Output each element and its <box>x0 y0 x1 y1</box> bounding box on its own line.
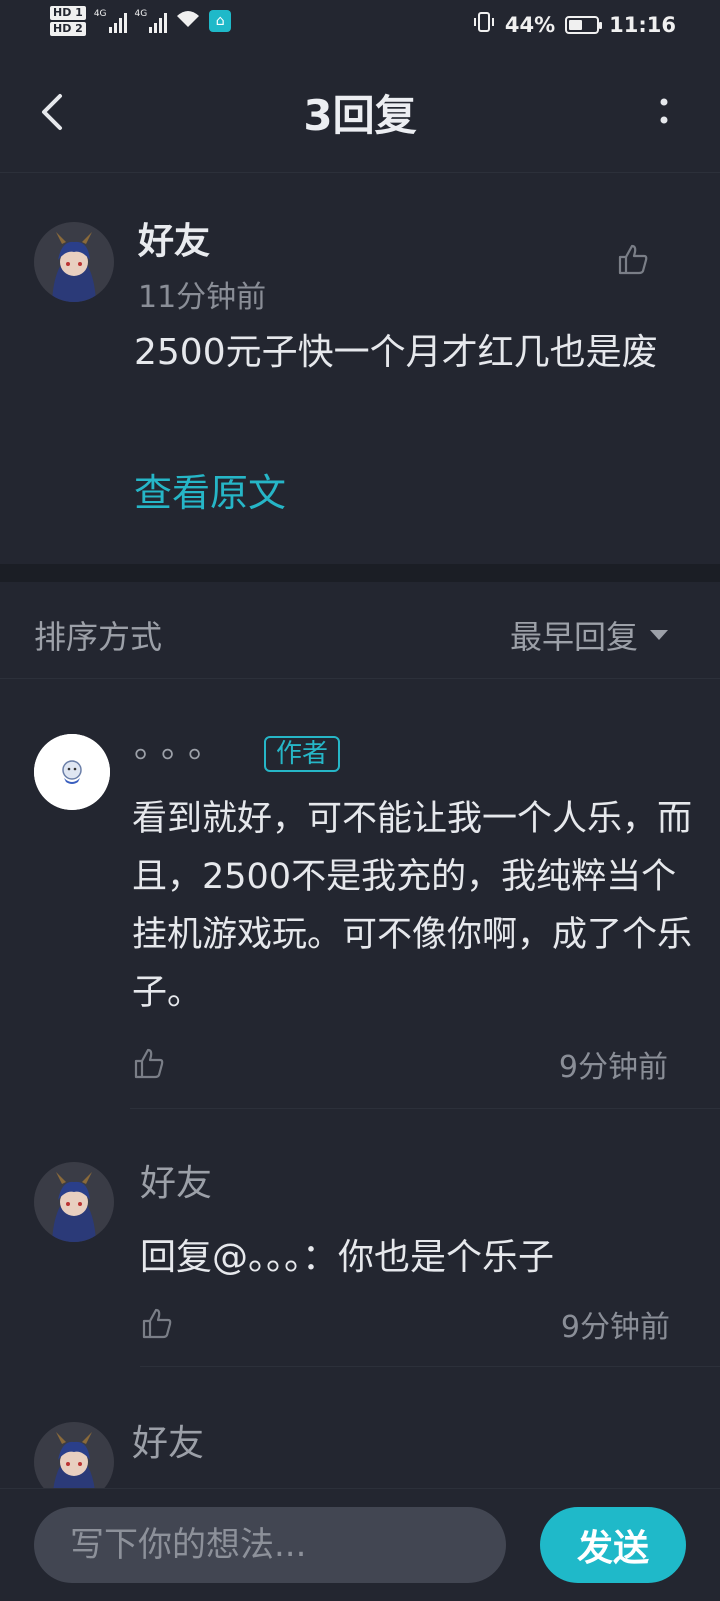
hd1-indicator: HD 1 <box>50 6 86 20</box>
signal-type-2: 4G <box>134 9 148 19</box>
home-app-icon: ⌂ <box>209 10 232 32</box>
avatar[interactable] <box>34 1162 114 1242</box>
status-bar-right: 44% 11:16 <box>473 11 676 38</box>
username[interactable]: 。。。 <box>134 718 232 767</box>
reply-item: 好友 <box>0 1370 720 1490</box>
username[interactable]: 好友 <box>132 1414 204 1466</box>
battery-icon <box>565 15 603 34</box>
caret-down-icon <box>650 630 668 640</box>
clock: 11:16 <box>609 12 676 37</box>
reply-text: 回复@。。。：你也是个乐子 <box>140 1237 555 1278</box>
avatar[interactable] <box>34 734 110 810</box>
username[interactable]: 好友 <box>138 212 210 264</box>
thumbs-up-icon[interactable] <box>132 1046 166 1080</box>
view-original-link[interactable]: 查看原文 <box>134 462 286 517</box>
vibrate-icon <box>473 11 495 38</box>
page-title: 3回复 <box>303 91 417 140</box>
timestamp: 9分钟前 <box>560 1310 670 1345</box>
avatar[interactable] <box>34 222 114 302</box>
avatar[interactable] <box>34 1422 114 1490</box>
reply-item: 好友 回复@。。。：你也是个乐子 9分钟前 <box>0 1110 720 1368</box>
status-bar: HD 1 HD 2 4G 4G ⌂ 44% 11:16 <box>0 0 720 52</box>
wifi-icon <box>175 9 201 34</box>
comment-text: 2500元子快一个月才红几也是废 <box>134 332 658 373</box>
battery-percent: 44% <box>504 12 556 37</box>
hd2-indicator: HD 2 <box>50 22 86 36</box>
author-badge: 作者 <box>264 736 341 772</box>
sort-label: 排序方式 <box>34 618 163 656</box>
signal-icon-2: 4G <box>135 9 168 33</box>
divider <box>130 1108 720 1109</box>
timestamp: 9分钟前 <box>558 1050 668 1085</box>
send-button[interactable]: 发送 <box>540 1507 686 1583</box>
comment-input[interactable] <box>34 1507 506 1583</box>
more-options-icon[interactable] <box>658 96 670 128</box>
root-comment: 好友 11分钟前 2500元子快一个月才红几也是废 查看原文 <box>0 172 720 564</box>
divider <box>140 1366 720 1367</box>
title-bar: 3回复 <box>0 52 720 173</box>
thumbs-up-icon[interactable] <box>140 1306 174 1340</box>
username[interactable]: 好友 <box>140 1154 212 1206</box>
hd-indicators: HD 1 HD 2 <box>50 6 86 36</box>
sort-selected-value: 最早回复 <box>509 618 638 656</box>
section-divider <box>0 564 720 582</box>
timestamp: 11分钟前 <box>138 280 267 315</box>
sort-dropdown[interactable]: 最早回复 <box>510 612 668 658</box>
signal-icon: 4G <box>94 9 127 33</box>
sort-bar: 排序方式 最早回复 <box>0 582 720 679</box>
reply-item: 。。。 作者 看到就好，可不能让我一个人乐，而且，2500不是我充的，我纯粹当个… <box>0 680 720 1110</box>
comment-input-bar: 发送 <box>0 1488 720 1601</box>
signal-type-1: 4G <box>93 9 107 19</box>
reply-text: 看到就好，可不能让我一个人乐，而且，2500不是我充的，我纯粹当个挂机游戏玩。可… <box>132 799 693 1013</box>
thumbs-up-icon[interactable] <box>616 242 650 276</box>
status-bar-left: HD 1 HD 2 4G 4G ⌂ <box>50 6 232 36</box>
